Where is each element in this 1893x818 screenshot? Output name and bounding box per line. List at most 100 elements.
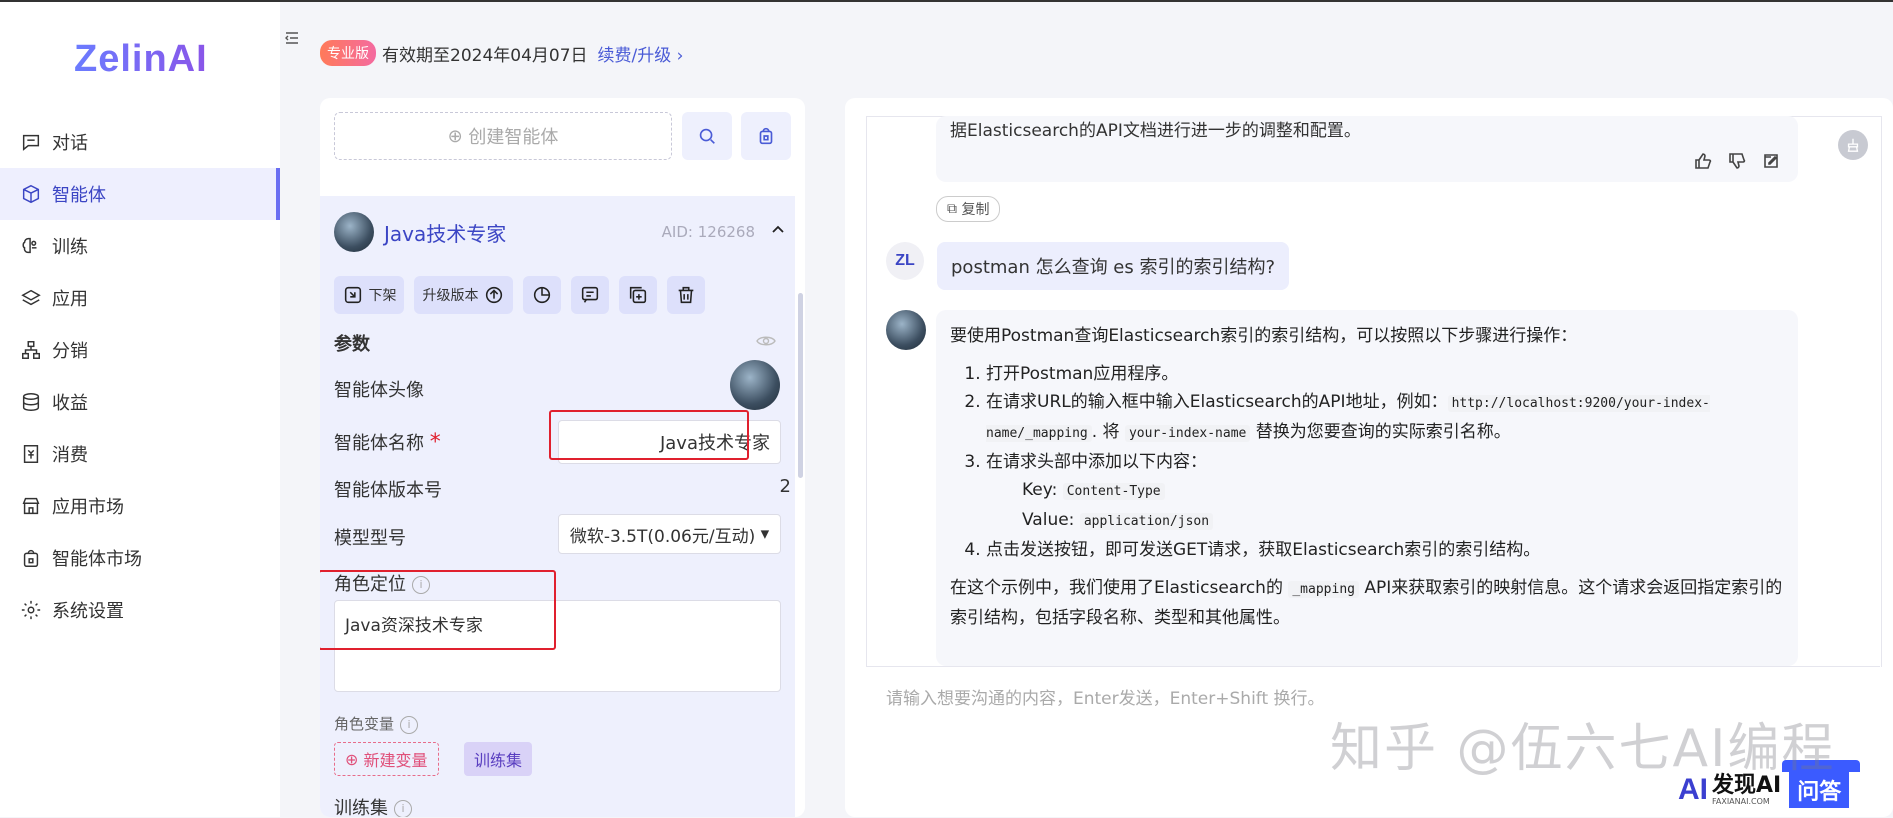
brand-sub: FAXIANAI.COM <box>1712 796 1770 806</box>
copy-agent-button[interactable] <box>618 276 657 314</box>
training-set-button[interactable]: 训练集 <box>464 742 533 776</box>
sidebar: ZelinAI 对话 智能体 训练 应用 分销 收益 消费 应用市场 智能体市场… <box>0 2 280 817</box>
sidebar-item-distribution[interactable]: 分销 <box>0 324 280 376</box>
bot-avatar <box>886 310 926 350</box>
arrow-up-circle-icon <box>485 286 503 304</box>
answer-actions <box>1694 152 1780 170</box>
pie-chart-icon <box>533 286 551 304</box>
answer-summary: 在这个示例中，我们使用了Elasticsearch的 _mapping API来… <box>950 578 1783 628</box>
new-variable-button[interactable]: ⊕ 新建变量 <box>334 742 439 776</box>
edit-icon[interactable] <box>1762 152 1780 170</box>
plan-badge: 专业版 <box>320 40 376 66</box>
sidebar-item-apps[interactable]: 应用 <box>0 272 280 324</box>
agent-market-button[interactable] <box>741 112 791 160</box>
cube-icon <box>22 184 40 204</box>
sidebar-item-spending[interactable]: 消费 <box>0 428 280 480</box>
agent-id: AID: 126268 <box>661 223 755 241</box>
agent-avatar-upload[interactable] <box>730 360 780 410</box>
step-3: 在请求头部中添加以下内容： Key: Content-Type Value: a… <box>986 448 1786 536</box>
brain-icon <box>22 237 37 254</box>
sidebar-item-label: 训练 <box>52 237 88 258</box>
search-button[interactable] <box>682 112 732 160</box>
prev-answer-text: 据Elasticsearch的API文档进行进一步的调整和配置。 <box>950 121 1361 141</box>
sidebar-item-label: 对话 <box>52 133 88 154</box>
renew-link[interactable]: 续费/升级 › <box>598 41 684 66</box>
training-set-label: 训练集 i <box>334 794 412 817</box>
sidebar-item-label: 消费 <box>52 445 88 466</box>
sidebar-nav: 对话 智能体 训练 应用 分销 收益 消费 应用市场 智能体市场 系统设置 <box>0 116 280 636</box>
watermark: 知乎 @伍六七AI编程 <box>1330 719 1836 779</box>
input-placeholder: 请输入想要沟通的内容，Enter发送，Enter+Shift 换行。 <box>886 689 1325 709</box>
step-2: 在请求URL的输入框中输入Elasticsearch的API地址，例如：http… <box>986 388 1786 448</box>
sidebar-item-earnings[interactable]: 收益 <box>0 376 280 428</box>
answer-steps: 打开Postman应用程序。 在请求URL的输入框中输入Elasticsearc… <box>950 360 1786 564</box>
broom-icon <box>1847 138 1859 152</box>
sidebar-item-agent-market[interactable]: 智能体市场 <box>0 532 280 584</box>
delete-button[interactable] <box>666 276 705 314</box>
sidebar-item-label: 应用 <box>52 289 88 310</box>
download-box-icon <box>344 286 362 304</box>
search-icon <box>699 128 715 144</box>
avatar-label: 智能体头像 <box>334 380 424 401</box>
create-agent-button[interactable]: ⊕ 创建智能体 <box>334 112 672 160</box>
receipt-icon <box>23 445 39 463</box>
info-icon[interactable]: i <box>400 715 419 734</box>
highlight-box-role <box>320 570 556 650</box>
coins-icon <box>22 393 40 411</box>
sidebar-item-label: 系统设置 <box>52 601 124 622</box>
header-value: Value: application/json <box>986 506 1786 536</box>
sidebar-item-label: 分销 <box>52 341 88 362</box>
gear-icon <box>21 600 41 620</box>
copy-icon <box>629 286 647 304</box>
layers-icon <box>21 289 41 306</box>
sidebar-item-training[interactable]: 训练 <box>0 220 280 272</box>
sidebar-item-settings[interactable]: 系统设置 <box>0 584 280 636</box>
step-4: 点击发送按钮，即可发送GET请求，获取Elasticsearch索引的索引结构。 <box>986 536 1786 564</box>
agent-header[interactable]: Java技术专家 AID: 126268 <box>334 210 795 254</box>
window-top-border <box>0 0 1893 2</box>
collapse-sidebar-icon[interactable] <box>284 30 300 46</box>
sidebar-item-app-market[interactable]: 应用市场 <box>0 480 280 532</box>
role-variable-label: 角色变量 i <box>334 713 419 734</box>
sidebar-item-label: 智能体市场 <box>52 549 142 570</box>
step-1: 打开Postman应用程序。 <box>986 360 1786 388</box>
agent-avatar <box>334 212 374 252</box>
agent-panel: ⊕ 创建智能体 Java技术专家 AID: 126268 下架 升级版本 参数 … <box>320 98 805 817</box>
thumbs-down-icon[interactable] <box>1728 152 1746 170</box>
user-message: postman 怎么查询 es 索引的索引结构? <box>937 242 1290 290</box>
chat-icon <box>22 134 40 151</box>
user-avatar: ZL <box>886 242 924 280</box>
agent-name: Java技术专家 <box>384 221 507 246</box>
model-label: 模型型号 <box>334 528 406 549</box>
brand-ask-badge: 问答 <box>1789 772 1850 808</box>
sidebar-item-agents[interactable]: 智能体 <box>0 168 280 220</box>
upgrade-version-button[interactable]: 升级版本 <box>414 276 513 314</box>
app-logo[interactable]: ZelinAI <box>74 38 208 81</box>
trash-icon <box>678 286 694 304</box>
highlight-box-name <box>549 410 749 460</box>
stats-button[interactable] <box>522 276 561 314</box>
bag-icon <box>759 127 773 145</box>
model-select[interactable]: 微软-3.5T(0.06元/互动) ▾ <box>558 514 781 554</box>
sidebar-item-label: 应用市场 <box>52 497 124 518</box>
sidebar-item-chat[interactable]: 对话 <box>0 116 280 168</box>
unpublish-button[interactable]: 下架 <box>334 276 405 314</box>
clear-chat-button[interactable] <box>1838 130 1868 160</box>
hierarchy-icon <box>22 341 40 359</box>
header-key: Key: Content-Type <box>986 476 1786 506</box>
brand-name: 发现AI <box>1712 772 1782 798</box>
answer-content: 要使用Postman查询Elasticsearch索引的索引结构，可以按照以下步… <box>950 322 1786 632</box>
sidebar-item-label: 收益 <box>52 393 88 414</box>
panel-scrollbar[interactable] <box>798 293 803 478</box>
eye-icon[interactable] <box>756 334 776 348</box>
copy-button[interactable]: ⧉ 复制 <box>936 196 1001 222</box>
info-icon[interactable]: i <box>394 800 412 817</box>
chevron-up-icon[interactable] <box>771 222 785 236</box>
brand-logo: AI 发现AI FAXIANAI.COM 问答 <box>1678 772 1850 808</box>
validity-text: 有效期至2024年04月07日 <box>382 45 588 66</box>
sidebar-item-label: 智能体 <box>52 185 106 206</box>
thumbs-up-icon[interactable] <box>1694 152 1712 170</box>
chat-test-button[interactable] <box>570 276 609 314</box>
store-icon <box>22 497 40 515</box>
message-icon <box>581 286 599 303</box>
